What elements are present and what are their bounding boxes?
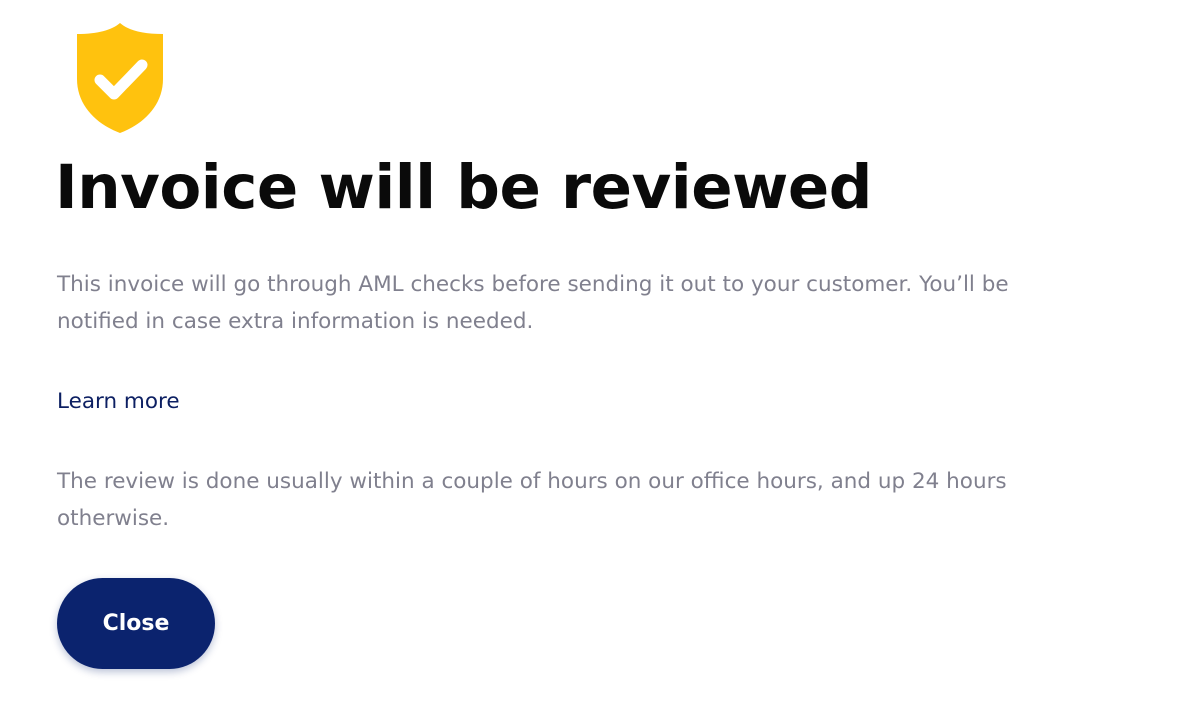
learn-more-link[interactable]: Learn more: [57, 383, 180, 420]
dialog-title: Invoice will be reviewed: [55, 152, 872, 223]
review-time-description: The review is done usually within a coup…: [57, 469, 1007, 531]
invoice-review-dialog: Invoice will be reviewed This invoice wi…: [0, 0, 1180, 705]
shield-check-icon: [72, 21, 168, 135]
close-button[interactable]: Close: [57, 578, 215, 669]
aml-check-description: This invoice will go through AML checks …: [57, 272, 1009, 334]
